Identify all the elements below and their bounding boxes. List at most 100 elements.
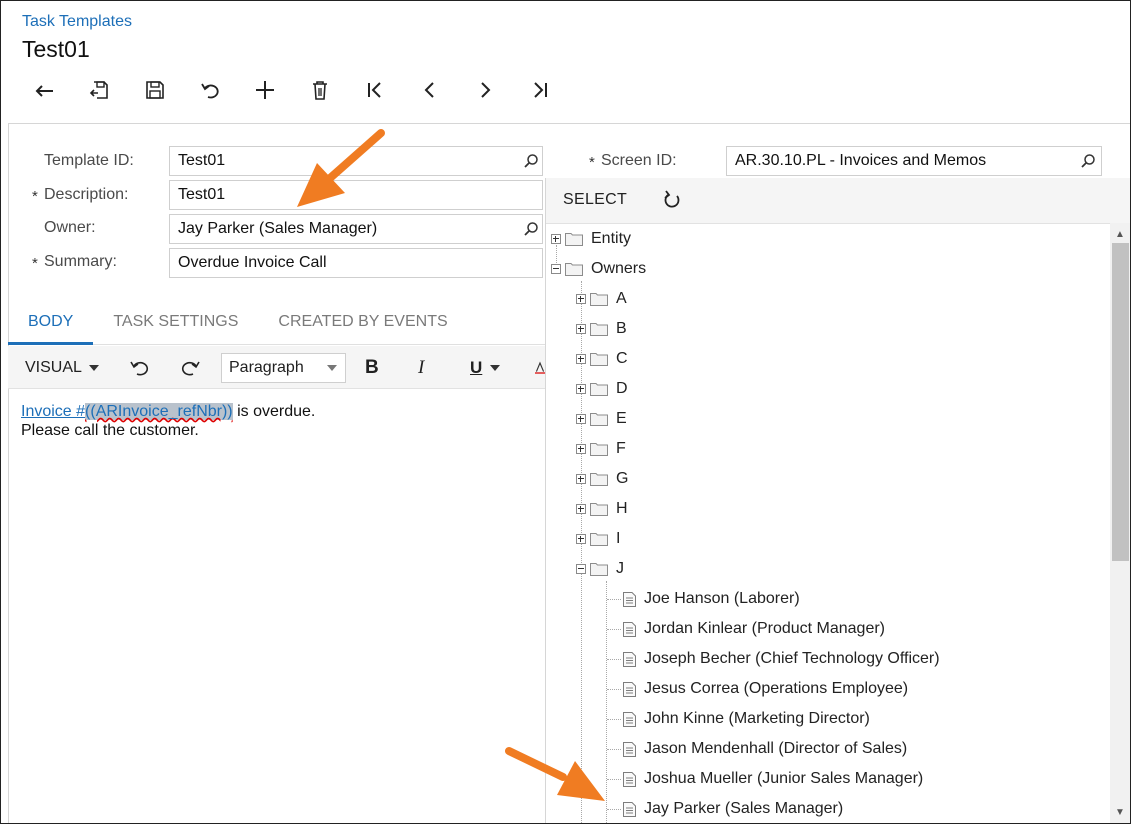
font-color-button[interactable] (535, 346, 545, 389)
window: Task Templates Test01 Template ID: Test0… (0, 0, 1131, 824)
previous-button[interactable] (402, 73, 457, 107)
tree-node-label: Jesus Correa (Operations Employee) (644, 680, 909, 697)
editor-toolbar: VISUAL Paragraph B I U (8, 346, 545, 389)
refresh-icon[interactable] (662, 190, 682, 210)
tree-node-label: I (616, 530, 621, 547)
document-icon (623, 681, 636, 697)
tree-toolbar: SELECT (546, 178, 1130, 224)
expand-icon[interactable] (576, 444, 586, 454)
tree-node-letter-h[interactable]: H (576, 497, 628, 521)
add-button[interactable] (237, 73, 292, 107)
breadcrumb[interactable]: Task Templates (22, 13, 132, 31)
expand-icon[interactable] (576, 354, 586, 364)
underline-dropdown[interactable]: U (470, 346, 501, 389)
tab-task-settings[interactable]: TASK SETTINGS (93, 301, 252, 345)
tree-node-letter-f[interactable]: F (576, 437, 626, 461)
tree-node-letter-a[interactable]: A (576, 287, 627, 311)
editor-text: is overdue. (232, 403, 316, 420)
tree-connector (607, 689, 621, 690)
save-close-button[interactable] (72, 73, 127, 107)
expand-icon[interactable] (576, 294, 586, 304)
tree-leaf-owner[interactable]: Joe Hanson (Laborer) (623, 587, 800, 611)
ref-nbr-placeholder[interactable]: ((ARInvoice_refNbr)) (85, 403, 233, 420)
paragraph-format-select[interactable]: Paragraph (221, 353, 346, 383)
tree-node-owners[interactable]: Owners (551, 257, 646, 281)
tree-scrollbar[interactable]: ▲ ▼ (1110, 223, 1130, 823)
expand-icon[interactable] (576, 414, 586, 424)
search-icon[interactable] (523, 221, 539, 237)
expand-icon[interactable] (576, 534, 586, 544)
last-button[interactable] (512, 73, 567, 107)
tree-connector (607, 629, 621, 630)
editor-redo-button[interactable] (181, 346, 201, 389)
tree-leaf-owner[interactable]: John Kinne (Marketing Director) (623, 707, 870, 731)
expand-icon[interactable] (576, 504, 586, 514)
visual-mode-dropdown[interactable]: VISUAL (25, 346, 99, 389)
editor-content[interactable]: Invoice #((ARInvoice_refNbr)) is overdue… (21, 402, 315, 440)
owner-field[interactable]: Jay Parker (Sales Manager) (169, 214, 543, 244)
visual-mode-label: VISUAL (25, 358, 82, 376)
next-button[interactable] (457, 73, 512, 107)
search-icon[interactable] (1080, 153, 1096, 169)
page-title: Test01 (22, 36, 90, 62)
tree-node-letter-d[interactable]: D (576, 377, 628, 401)
add-icon (255, 81, 274, 99)
tree-node-letter-e[interactable]: E (576, 407, 627, 431)
tree-leaf-owner[interactable]: Jesus Correa (Operations Employee) (623, 677, 908, 701)
tree-leaf-owner[interactable]: Jason Mendenhall (Director of Sales) (623, 737, 907, 761)
italic-button[interactable]: I (418, 346, 424, 389)
editor-undo-button[interactable] (129, 346, 149, 389)
save-close-icon (89, 81, 108, 99)
tree-node-label: B (616, 320, 627, 337)
tree-leaf-owner[interactable]: Jordan Kinlear (Product Manager) (623, 617, 885, 641)
select-button[interactable]: SELECT (563, 191, 627, 209)
caret-down-icon (88, 364, 99, 371)
scroll-thumb[interactable] (1112, 243, 1129, 561)
expand-icon[interactable] (551, 234, 561, 244)
expand-icon[interactable] (576, 384, 586, 394)
description-field[interactable]: Test01 (169, 180, 543, 210)
collapse-icon[interactable] (551, 264, 561, 274)
expand-icon[interactable] (576, 324, 586, 334)
tree-node-letter-i[interactable]: I (576, 527, 620, 551)
caret-down-icon (327, 365, 337, 371)
summary-field[interactable]: Overdue Invoice Call (169, 248, 543, 278)
tab-created-by-events[interactable]: CREATED BY EVENTS (252, 301, 461, 345)
tree-node-letter-b[interactable]: B (576, 317, 627, 341)
scroll-down-icon[interactable]: ▼ (1110, 803, 1130, 821)
undo-icon (130, 361, 149, 375)
first-button[interactable] (347, 73, 402, 107)
collapse-icon[interactable] (576, 564, 586, 574)
tree-node-entity[interactable]: Entity (551, 227, 631, 251)
tree-node-label: Entity (591, 230, 632, 247)
tree-leaf-owner[interactable]: Joseph Becher (Chief Technology Officer) (623, 647, 940, 671)
tree-node-letter-c[interactable]: C (576, 347, 628, 371)
screen-id-field[interactable]: AR.30.10.PL - Invoices and Memos (726, 146, 1102, 176)
tree-node-label: Joe Hanson (Laborer) (644, 590, 800, 607)
redo-icon (181, 361, 200, 375)
previous-icon (424, 82, 434, 98)
expand-icon[interactable] (576, 474, 586, 484)
paragraph-format-value: Paragraph (229, 359, 304, 376)
tree-leaf-owner-selected[interactable]: Jay Parker (Sales Manager) (623, 797, 843, 821)
invoice-link[interactable]: Invoice # (21, 403, 85, 420)
template-id-field[interactable]: Test01 (169, 146, 543, 176)
screen-id-label: Screen ID: (601, 152, 677, 169)
scroll-up-icon[interactable]: ▲ (1110, 225, 1130, 243)
summary-label: Summary: (44, 253, 117, 270)
delete-icon (312, 81, 327, 100)
back-button[interactable] (17, 73, 72, 107)
tree-node-label: Owners (591, 260, 647, 277)
tree-connector (607, 659, 621, 660)
tree-node-letter-j[interactable]: J (576, 557, 624, 581)
save-button[interactable] (127, 73, 182, 107)
tree-node-label: Jason Mendenhall (Director of Sales) (644, 740, 908, 757)
tree-leaf-owner[interactable]: Joshua Mueller (Junior Sales Manager) (623, 767, 923, 791)
tree-node-letter-g[interactable]: G (576, 467, 628, 491)
undo-button[interactable] (182, 73, 237, 107)
search-icon[interactable] (523, 153, 539, 169)
bold-button[interactable]: B (365, 346, 379, 389)
delete-button[interactable] (292, 73, 347, 107)
tab-body[interactable]: BODY (8, 301, 94, 345)
tree-node-label: Jordan Kinlear (Product Manager) (644, 620, 886, 637)
